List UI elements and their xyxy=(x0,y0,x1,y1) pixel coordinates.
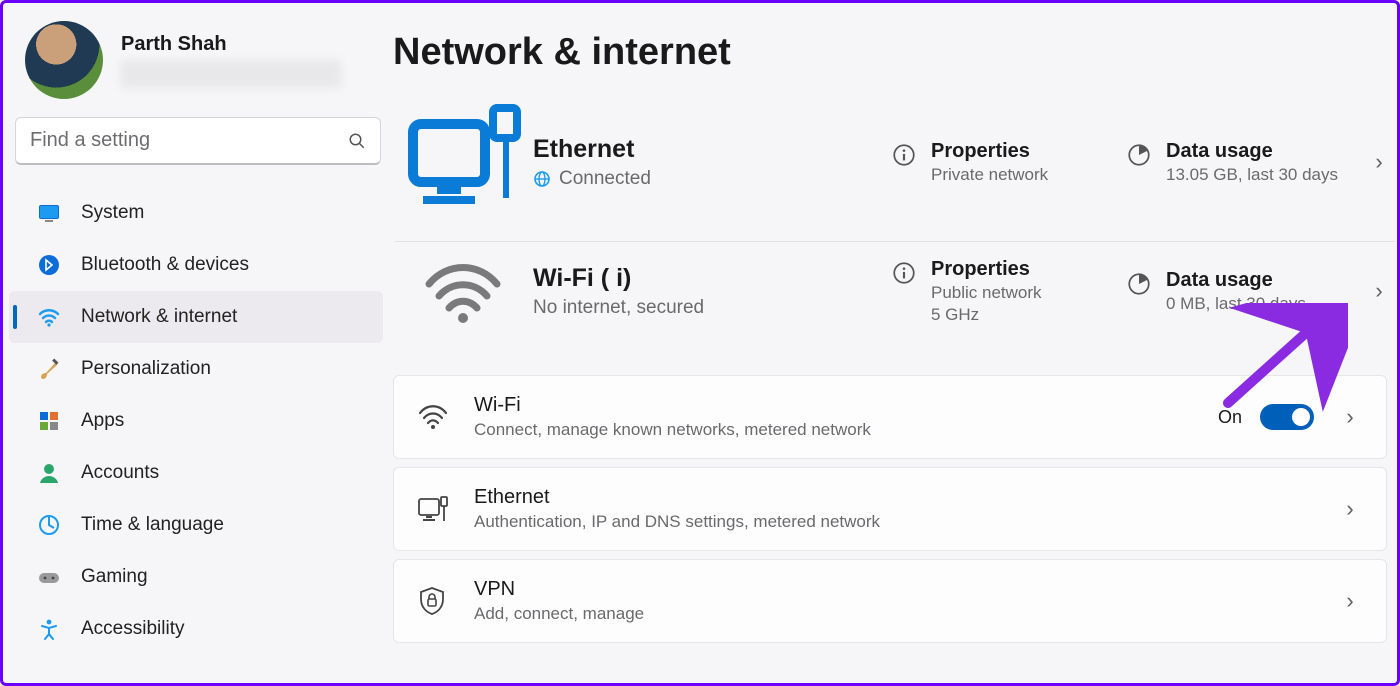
wifi-large-icon xyxy=(393,256,533,326)
sidebar: Parth Shah System Bluetooth & devices Ne… xyxy=(3,3,393,683)
sidebar-item-label: System xyxy=(81,202,144,224)
globe-icon xyxy=(533,170,551,188)
brush-icon xyxy=(37,357,61,381)
chevron-right-icon[interactable]: › xyxy=(1332,588,1368,614)
info-icon xyxy=(891,260,917,286)
properties-label: Properties xyxy=(931,140,1048,163)
data-usage-link[interactable]: Data usage 13.05 GB, last 30 days xyxy=(1126,140,1361,185)
setting-title: Ethernet xyxy=(474,486,1332,509)
sidebar-item-label: Accessibility xyxy=(81,618,184,640)
setting-desc: Authentication, IP and DNS settings, met… xyxy=(474,512,1332,532)
avatar xyxy=(25,21,103,99)
profile-name: Parth Shah xyxy=(121,33,341,56)
properties-detail: Public network xyxy=(931,283,1042,303)
chevron-right-icon[interactable]: › xyxy=(1332,496,1368,522)
chevron-right-icon[interactable]: › xyxy=(1361,278,1397,304)
sidebar-item-time-language[interactable]: Time & language xyxy=(9,499,383,551)
sidebar-item-apps[interactable]: Apps xyxy=(9,395,383,447)
info-icon xyxy=(891,142,917,168)
globe-clock-icon xyxy=(37,513,61,537)
ethernet-small-icon xyxy=(418,496,474,522)
page-title: Network & internet xyxy=(393,31,1397,88)
search-text[interactable] xyxy=(30,129,348,152)
search-icon xyxy=(348,132,366,150)
connection-name: Wi-Fi ( i) xyxy=(533,264,891,293)
profile-area[interactable]: Parth Shah xyxy=(3,21,393,111)
properties-link[interactable]: Properties Public network 5 GHz xyxy=(891,258,1126,325)
connection-status: Connected xyxy=(559,168,651,190)
sidebar-item-label: Personalization xyxy=(81,358,211,380)
connection-name: Ethernet xyxy=(533,135,891,164)
search-input[interactable] xyxy=(15,117,381,165)
data-usage-detail: 13.05 GB, last 30 days xyxy=(1166,165,1338,185)
nav-list: System Bluetooth & devices Network & int… xyxy=(3,177,393,655)
vpn-shield-icon xyxy=(418,586,474,616)
sidebar-item-label: Bluetooth & devices xyxy=(81,254,249,276)
setting-vpn[interactable]: VPN Add, connect, manage › xyxy=(393,559,1387,643)
data-usage-label: Data usage xyxy=(1166,140,1338,163)
wifi-icon xyxy=(37,305,61,329)
toggle-label: On xyxy=(1218,407,1242,428)
main-content: Network & internet Ethernet Connected xyxy=(393,3,1397,683)
setting-title: VPN xyxy=(474,578,1332,601)
data-usage-link[interactable]: Data usage 0 MB, last 30 days xyxy=(1126,269,1361,314)
chevron-right-icon[interactable]: › xyxy=(1332,404,1368,430)
setting-desc: Connect, manage known networks, metered … xyxy=(474,420,1218,440)
data-usage-icon xyxy=(1126,142,1152,168)
wifi-small-icon xyxy=(418,404,474,430)
sidebar-item-accounts[interactable]: Accounts xyxy=(9,447,383,499)
properties-label: Properties xyxy=(931,258,1042,281)
sidebar-item-label: Time & language xyxy=(81,514,224,536)
properties-link[interactable]: Properties Private network xyxy=(891,140,1126,185)
setting-ethernet[interactable]: Ethernet Authentication, IP and DNS sett… xyxy=(393,467,1387,551)
sidebar-item-label: Network & internet xyxy=(81,306,237,328)
accounts-icon xyxy=(37,461,61,485)
system-icon xyxy=(37,201,61,225)
sidebar-item-personalization[interactable]: Personalization xyxy=(9,343,383,395)
connection-wifi: Wi-Fi ( i) No internet, secured Properti… xyxy=(393,242,1397,345)
gaming-icon xyxy=(37,565,61,589)
setting-desc: Add, connect, manage xyxy=(474,604,1332,624)
settings-list: Wi-Fi Connect, manage known networks, me… xyxy=(393,375,1397,643)
sidebar-item-label: Apps xyxy=(81,410,124,432)
properties-detail: Private network xyxy=(931,165,1048,185)
data-usage-icon xyxy=(1126,271,1152,297)
ethernet-icon xyxy=(393,102,533,222)
connection-status: No internet, secured xyxy=(533,297,704,319)
setting-wifi[interactable]: Wi-Fi Connect, manage known networks, me… xyxy=(393,375,1387,459)
chevron-right-icon[interactable]: › xyxy=(1361,149,1397,175)
setting-title: Wi-Fi xyxy=(474,394,1218,417)
data-usage-label: Data usage xyxy=(1166,269,1306,292)
sidebar-item-gaming[interactable]: Gaming xyxy=(9,551,383,603)
sidebar-item-label: Accounts xyxy=(81,462,159,484)
sidebar-item-network[interactable]: Network & internet xyxy=(9,291,383,343)
bluetooth-icon xyxy=(37,253,61,277)
sidebar-item-label: Gaming xyxy=(81,566,148,588)
connection-ethernet: Ethernet Connected Properties Private ne… xyxy=(393,88,1397,241)
sidebar-item-system[interactable]: System xyxy=(9,187,383,239)
sidebar-item-accessibility[interactable]: Accessibility xyxy=(9,603,383,655)
data-usage-detail: 0 MB, last 30 days xyxy=(1166,294,1306,314)
properties-detail2: 5 GHz xyxy=(931,305,1042,325)
accessibility-icon xyxy=(37,617,61,641)
wifi-toggle[interactable] xyxy=(1260,404,1314,430)
apps-icon xyxy=(37,409,61,433)
sidebar-item-bluetooth[interactable]: Bluetooth & devices xyxy=(9,239,383,291)
profile-email-blurred xyxy=(121,60,341,88)
